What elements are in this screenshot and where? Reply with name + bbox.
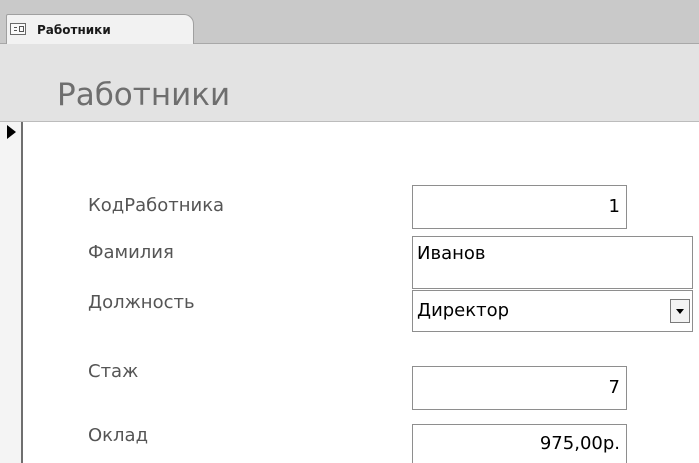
surname-label: Фамилия (88, 242, 174, 263)
form-icon (10, 23, 26, 35)
dropdown-button[interactable] (670, 299, 690, 323)
position-value: Директор (417, 300, 510, 321)
tab-label: Работники (37, 23, 111, 37)
experience-label: Стаж (88, 361, 139, 382)
id-label: КодРаботника (88, 195, 225, 216)
experience-field[interactable]: 7 (412, 366, 627, 410)
salary-field[interactable]: 975,00р. (412, 424, 627, 463)
chevron-down-icon (676, 309, 684, 314)
current-record-arrow-icon (7, 125, 16, 139)
id-field[interactable]: 1 (412, 185, 627, 229)
document-tab-bar: Работники (0, 0, 699, 44)
tab-employees[interactable]: Работники (6, 14, 194, 44)
record-selector[interactable] (0, 122, 23, 463)
surname-field[interactable]: Иванов (412, 236, 693, 289)
form-title: Работники (57, 77, 231, 113)
form-header: Работники (0, 44, 699, 122)
position-combobox[interactable]: Директор (412, 290, 693, 332)
salary-label: Оклад (88, 425, 149, 446)
position-label: Должность (88, 292, 195, 313)
